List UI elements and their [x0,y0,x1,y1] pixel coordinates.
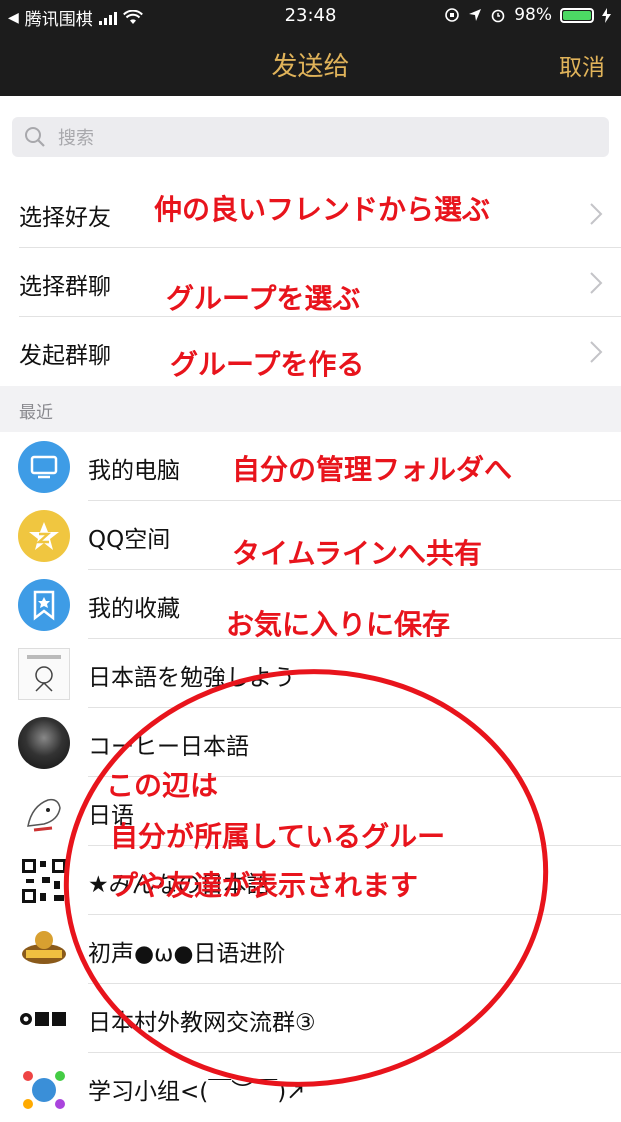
list-item-name: 我的收藏 [88,596,180,622]
search-bar[interactable] [12,117,609,157]
chevron-right-icon [590,341,603,363]
group-avatar [18,924,70,976]
list-item[interactable]: 日本村外教网交流群③ [0,984,621,1053]
favorites-bookmark-icon [18,579,70,631]
recent-header-label: 最近 [19,403,53,423]
group-avatar [18,648,70,700]
qzone-star-icon [18,510,70,562]
chevron-right-icon [590,272,603,294]
annotation-select-group: グループを選ぶ [166,282,361,315]
list-item-name: 我的电脑 [88,458,180,484]
group-avatar [18,1062,70,1114]
group-avatar [18,717,70,769]
list-item[interactable]: 日本語を勉強しよう [0,639,621,708]
annotation-circle-line3: プや友達が表示されます [110,869,419,902]
location-icon [469,9,482,21]
battery-icon [560,7,594,23]
list-item-name: 日本語を勉強しよう [88,665,295,691]
list-item-name: QQ空间 [88,527,171,553]
select-group-label: 选择群聊 [19,274,111,300]
list-item-name: 初声●ω●日语进阶 [88,941,286,967]
annotation-qzone: タイムラインへ共有 [232,537,483,570]
battery-percent: 98% [514,5,552,25]
chevron-right-icon [590,203,603,225]
annotation-circle-line2: 自分が所属しているグルー [110,820,446,853]
list-item[interactable]: 学习小组<(￣︶￣)↗ [0,1053,621,1122]
status-bar: ◀ 腾讯围棋 23:48 98% [0,0,621,32]
list-item[interactable]: 初声●ω●日语进阶 [0,915,621,984]
search-icon [25,127,45,147]
select-friends-label: 选择好友 [19,205,111,231]
annotation-circle-line1: この辺は [106,769,219,802]
search-input[interactable] [56,123,560,153]
cancel-button[interactable]: 取消 [559,48,605,82]
list-item-name: 日本村外教网交流群③ [88,1010,316,1036]
annotation-favorites: お気に入りに保存 [226,608,451,641]
rotation-lock-icon [445,8,460,22]
recent-section-header: 最近 [0,386,621,432]
annotation-create-group: グループを作る [170,348,365,381]
annotation-select-friends: 仲の良いフレンドから選ぶ [154,193,491,226]
create-group-label: 发起群聊 [19,343,111,369]
list-item-name: コーヒー日本語 [88,734,249,760]
group-avatar [18,786,70,838]
list-item[interactable]: コーヒー日本語 [0,708,621,777]
annotation-my-computer: 自分の管理フォルダへ [232,453,513,486]
qr-code-avatar [18,855,70,907]
alarm-icon [491,9,505,23]
charging-icon [602,7,611,23]
nav-bar: 发送给 取消 [0,32,621,96]
computer-icon [18,441,70,493]
page-title: 发送给 [271,52,350,82]
nihonmura-logo [18,993,70,1045]
list-item-name: 学习小组<(￣︶￣)↗ [88,1079,306,1105]
